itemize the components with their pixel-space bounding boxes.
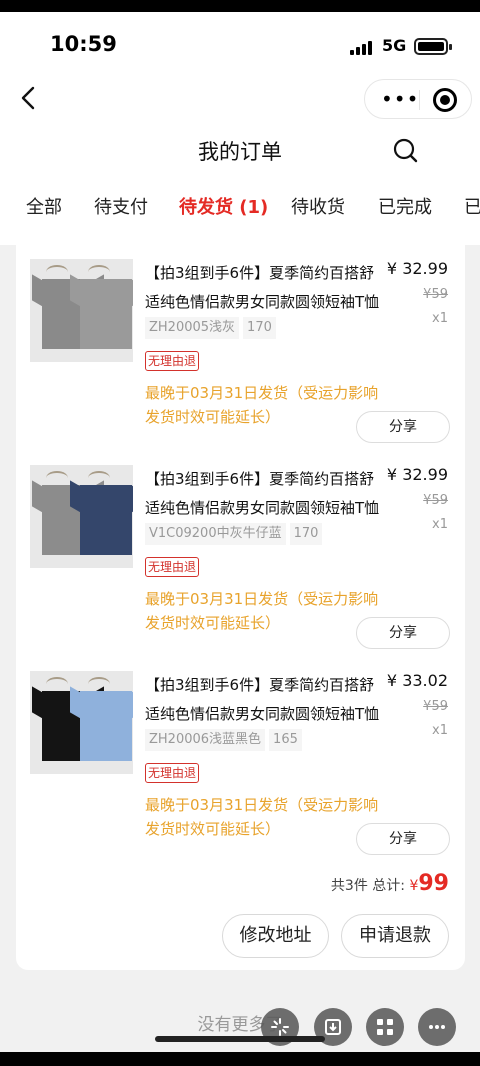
shirt-right xyxy=(80,279,132,349)
shipping-notice: 最晚于03月31日发货（受运力影响发货时效可能延长） xyxy=(145,796,379,838)
mini-program-capsule: ••• xyxy=(364,79,472,119)
item-price: ¥ 32.99 xyxy=(386,259,448,278)
status-bar: 10:59 5G xyxy=(0,24,480,64)
total-amount: 99 xyxy=(418,871,449,896)
return-policy-tag: 无理由退 xyxy=(145,557,200,577)
capsule-divider xyxy=(419,90,420,110)
share-button[interactable]: 分享 xyxy=(356,823,450,855)
status-time: 10:59 xyxy=(50,32,117,56)
tab-pending-payment[interactable]: 待支付 xyxy=(94,193,148,219)
shipping-notice: 最晚于03月31日发货（受运力影响发货时效可能延长） xyxy=(145,384,379,426)
signal-icon xyxy=(350,39,376,55)
product-image[interactable] xyxy=(30,671,133,774)
product-name[interactable]: 【拍3组到手6件】夏季简约百搭舒适纯色情侣款男女同款圆领短袖T恤 xyxy=(145,465,381,523)
item-quantity: x1 xyxy=(432,311,448,326)
modify-address-button[interactable]: 修改地址 xyxy=(222,914,329,958)
spec-color: V1C09200中灰牛仔蓝 xyxy=(145,523,286,545)
shipping-notice: 最晚于03月31日发货（受运力影响发货时效可能延长） xyxy=(145,590,379,632)
product-spec: ZH20006浅蓝黑色 165 xyxy=(145,729,306,751)
tab-overflow[interactable]: 已 xyxy=(464,193,480,219)
return-policy-tag: 无理由退 xyxy=(145,763,200,783)
refund-button[interactable]: 申请退款 xyxy=(341,914,449,958)
screen-bottom-edge xyxy=(0,1052,480,1066)
order-item[interactable]: 【拍3组到手6件】夏季简约百搭舒适纯色情侣款男女同款圆领短袖T恤 ZH20006… xyxy=(30,671,460,861)
network-label: 5G xyxy=(382,36,407,55)
order-item[interactable]: 【拍3组到手6件】夏季简约百搭舒适纯色情侣款男女同款圆领短袖T恤 ZH20005… xyxy=(30,259,460,449)
spec-color: ZH20006浅蓝黑色 xyxy=(145,729,266,751)
spec-size: 170 xyxy=(243,317,276,339)
order-total: 共3件 总计: ¥99 xyxy=(331,871,449,896)
product-spec: V1C09200中灰牛仔蓝 170 xyxy=(145,523,326,545)
home-indicator[interactable] xyxy=(155,1036,325,1042)
tab-pending-shipment[interactable]: 待发货 (1) xyxy=(179,193,268,219)
search-icon[interactable] xyxy=(392,137,420,165)
grid-icon[interactable] xyxy=(366,1008,404,1046)
tab-all[interactable]: 全部 xyxy=(26,193,62,219)
battery-icon xyxy=(414,38,452,55)
return-policy-tag: 无理由退 xyxy=(145,351,200,371)
share-button[interactable]: 分享 xyxy=(356,411,450,443)
original-price: ¥59 xyxy=(423,493,448,508)
no-more-text: 没有更多了 xyxy=(197,1015,283,1035)
screen-top-edge xyxy=(0,0,480,12)
more-icon[interactable] xyxy=(418,1008,456,1046)
tab-completed[interactable]: 已完成 xyxy=(378,193,432,219)
product-image[interactable] xyxy=(30,465,133,568)
product-image[interactable] xyxy=(30,259,133,362)
total-label: 总计: xyxy=(372,878,405,894)
product-spec: ZH20005浅灰 170 xyxy=(145,317,280,339)
spec-color: ZH20005浅灰 xyxy=(145,317,240,339)
item-price: ¥ 33.02 xyxy=(386,671,448,690)
close-target-icon[interactable] xyxy=(433,88,457,112)
screen: 10:59 5G ••• 我的订单 全部 待支付 待发货 (1) 待收货 已完成… xyxy=(0,0,480,1066)
item-price: ¥ 32.99 xyxy=(386,465,448,484)
order-item[interactable]: 【拍3组到手6件】夏季简约百搭舒适纯色情侣款男女同款圆领短袖T恤 V1C0920… xyxy=(30,465,460,655)
back-arrow-icon[interactable] xyxy=(16,84,44,112)
original-price: ¥59 xyxy=(423,287,448,302)
spec-size: 170 xyxy=(289,523,323,545)
item-count: 共3件 xyxy=(330,878,368,894)
more-dots-icon[interactable]: ••• xyxy=(381,89,419,109)
tab-pending-receipt[interactable]: 待收货 xyxy=(291,193,345,219)
product-name[interactable]: 【拍3组到手6件】夏季简约百搭舒适纯色情侣款男女同款圆领短袖T恤 xyxy=(145,671,381,729)
spec-size: 165 xyxy=(269,729,302,751)
shirt-right xyxy=(80,691,132,761)
share-button[interactable]: 分享 xyxy=(356,617,450,649)
shirt-right xyxy=(80,485,132,555)
original-price: ¥59 xyxy=(423,699,448,714)
item-quantity: x1 xyxy=(432,517,448,532)
product-name[interactable]: 【拍3组到手6件】夏季简约百搭舒适纯色情侣款男女同款圆领短袖T恤 xyxy=(145,259,381,317)
item-quantity: x1 xyxy=(432,723,448,738)
